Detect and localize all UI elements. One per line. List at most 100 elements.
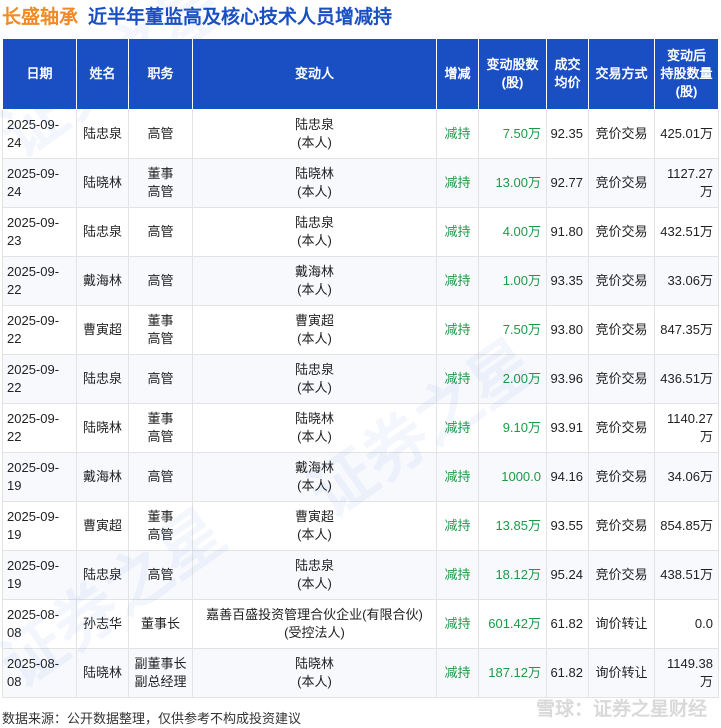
cell-date: 2025-09-22 — [2, 256, 77, 306]
cell-shares: 4.00万 — [478, 207, 547, 257]
cell-method: 竞价交易 — [588, 501, 655, 551]
cell-name: 孙志华 — [76, 599, 129, 649]
cell-price: 61.82 — [546, 599, 589, 649]
cell-name: 陆忠泉 — [76, 354, 129, 404]
cell-name: 陆忠泉 — [76, 207, 129, 257]
table-row: 2025-09-22 陆忠泉 高管 陆忠泉 (本人) 减持 2.00万 93.96 竞价交易 4… — [2, 354, 719, 404]
cell-person: 曹寅超 (本人) — [192, 305, 437, 355]
cell-method: 询价转让 — [588, 648, 655, 698]
table-row: 2025-09-24 陆忠泉 高管 陆忠泉 (本人) 减持 7.50万 92.35 竞价交易 4… — [2, 109, 719, 159]
cell-shares: 187.12万 — [478, 648, 547, 698]
cell-method: 竞价交易 — [588, 305, 655, 355]
cell-position: 高管 — [128, 207, 193, 257]
cell-method: 竞价交易 — [588, 207, 655, 257]
cell-name: 陆忠泉 — [76, 550, 129, 600]
cell-method: 竞价交易 — [588, 403, 655, 453]
cell-name: 曹寅超 — [76, 305, 129, 355]
cell-holding: 1140.27万 — [654, 403, 719, 453]
cell-date: 2025-09-23 — [2, 207, 77, 257]
col-header-method: 交易方式 — [588, 38, 655, 110]
cell-method: 竞价交易 — [588, 109, 655, 159]
col-header-shares: 变动股数 (股) — [478, 38, 547, 110]
cell-method: 询价转让 — [588, 599, 655, 649]
cell-method: 竞价交易 — [588, 354, 655, 404]
cell-position: 董事 高管 — [128, 158, 193, 208]
cell-direction: 减持 — [436, 256, 479, 306]
cell-direction: 减持 — [436, 207, 479, 257]
cell-position: 高管 — [128, 550, 193, 600]
cell-date: 2025-09-22 — [2, 403, 77, 453]
cell-holding: 0.0 — [654, 599, 719, 649]
col-header-position: 职务 — [128, 38, 193, 110]
table-row: 2025-08-08 陆晓林 副董事长 副总经理 陆晓林 (本人) 减持 187.12万 6… — [2, 648, 719, 698]
cell-holding: 34.06万 — [654, 452, 719, 502]
col-header-price: 成交 均价 — [546, 38, 589, 110]
cell-price: 93.96 — [546, 354, 589, 404]
cell-date: 2025-09-22 — [2, 305, 77, 355]
cell-person: 陆忠泉 (本人) — [192, 354, 437, 404]
cell-direction: 减持 — [436, 599, 479, 649]
table-row: 2025-09-22 陆晓林 董事 高管 陆晓林 (本人) 减持 9.10万 93.91 竞价… — [2, 403, 719, 453]
cell-direction: 减持 — [436, 452, 479, 502]
cell-holding: 33.06万 — [654, 256, 719, 306]
col-header-holding: 变动后 持股数量 (股) — [654, 38, 719, 110]
cell-method: 竞价交易 — [588, 452, 655, 502]
cell-shares: 7.50万 — [478, 305, 547, 355]
cell-direction: 减持 — [436, 109, 479, 159]
cell-person: 陆晓林 (本人) — [192, 158, 437, 208]
cell-position: 董事长 — [128, 599, 193, 649]
cell-direction: 减持 — [436, 501, 479, 551]
cell-method: 竞价交易 — [588, 256, 655, 306]
cell-date: 2025-08-08 — [2, 648, 77, 698]
cell-price: 91.80 — [546, 207, 589, 257]
cell-direction: 减持 — [436, 550, 479, 600]
cell-shares: 1.00万 — [478, 256, 547, 306]
cell-position: 副董事长 副总经理 — [128, 648, 193, 698]
cell-name: 曹寅超 — [76, 501, 129, 551]
cell-shares: 9.10万 — [478, 403, 547, 453]
insider-trading-table: 日期 姓名 职务 变动人 增减 变动股数 (股) 成交 均价 交易方式 变动后 … — [2, 38, 719, 698]
cell-person: 嘉善百盛投资管理合伙企业(有限合伙) (受控法人) — [192, 599, 437, 649]
cell-price: 93.35 — [546, 256, 589, 306]
cell-direction: 减持 — [436, 403, 479, 453]
cell-date: 2025-09-24 — [2, 158, 77, 208]
cell-name: 陆晓林 — [76, 648, 129, 698]
cell-name: 戴海林 — [76, 452, 129, 502]
cell-name: 戴海林 — [76, 256, 129, 306]
cell-person: 陆忠泉 (本人) — [192, 109, 437, 159]
page-title: 长盛轴承 近半年董监高及核心技术人员增减持 — [2, 4, 392, 32]
cell-shares: 1000.0 — [478, 452, 547, 502]
table-row: 2025-09-19 戴海林 高管 戴海林 (本人) 减持 1000.0 94.16 竞价交易… — [2, 452, 719, 502]
table-header-row: 日期 姓名 职务 变动人 增减 变动股数 (股) 成交 均价 交易方式 变动后 … — [2, 38, 719, 110]
cell-date: 2025-09-19 — [2, 501, 77, 551]
table-row: 2025-09-19 曹寅超 董事 高管 曹寅超 (本人) 减持 13.85万 93.55 竞… — [2, 501, 719, 551]
cell-name: 陆忠泉 — [76, 109, 129, 159]
cell-person: 陆忠泉 (本人) — [192, 207, 437, 257]
cell-position: 高管 — [128, 256, 193, 306]
cell-price: 95.24 — [546, 550, 589, 600]
col-header-date: 日期 — [2, 38, 77, 110]
cell-date: 2025-08-08 — [2, 599, 77, 649]
cell-shares: 13.00万 — [478, 158, 547, 208]
cell-shares: 2.00万 — [478, 354, 547, 404]
cell-price: 92.77 — [546, 158, 589, 208]
cell-price: 93.80 — [546, 305, 589, 355]
cell-price: 61.82 — [546, 648, 589, 698]
company-name: 长盛轴承 — [2, 7, 79, 28]
cell-price: 92.35 — [546, 109, 589, 159]
col-header-person: 变动人 — [192, 38, 437, 110]
table-row: 2025-09-24 陆晓林 董事 高管 陆晓林 (本人) 减持 13.00万 92.77 竞… — [2, 158, 719, 208]
table-row: 2025-09-19 陆忠泉 高管 陆忠泉 (本人) 减持 18.12万 95.24 竞价交易… — [2, 550, 719, 600]
table-row: 2025-08-08 孙志华 董事长 嘉善百盛投资管理合伙企业(有限合伙) (受控法人… — [2, 599, 719, 649]
cell-position: 董事 高管 — [128, 403, 193, 453]
cell-position: 高管 — [128, 109, 193, 159]
cell-method: 竞价交易 — [588, 158, 655, 208]
cell-position: 董事 高管 — [128, 501, 193, 551]
brand-watermark: 雪球：证券之星财经 — [535, 699, 707, 720]
cell-price: 93.55 — [546, 501, 589, 551]
table-row: 2025-09-23 陆忠泉 高管 陆忠泉 (本人) 减持 4.00万 91.80 竞价交易 4… — [2, 207, 719, 257]
cell-holding: 1149.38万 — [654, 648, 719, 698]
cell-person: 曹寅超 (本人) — [192, 501, 437, 551]
cell-price: 94.16 — [546, 452, 589, 502]
cell-name: 陆晓林 — [76, 403, 129, 453]
